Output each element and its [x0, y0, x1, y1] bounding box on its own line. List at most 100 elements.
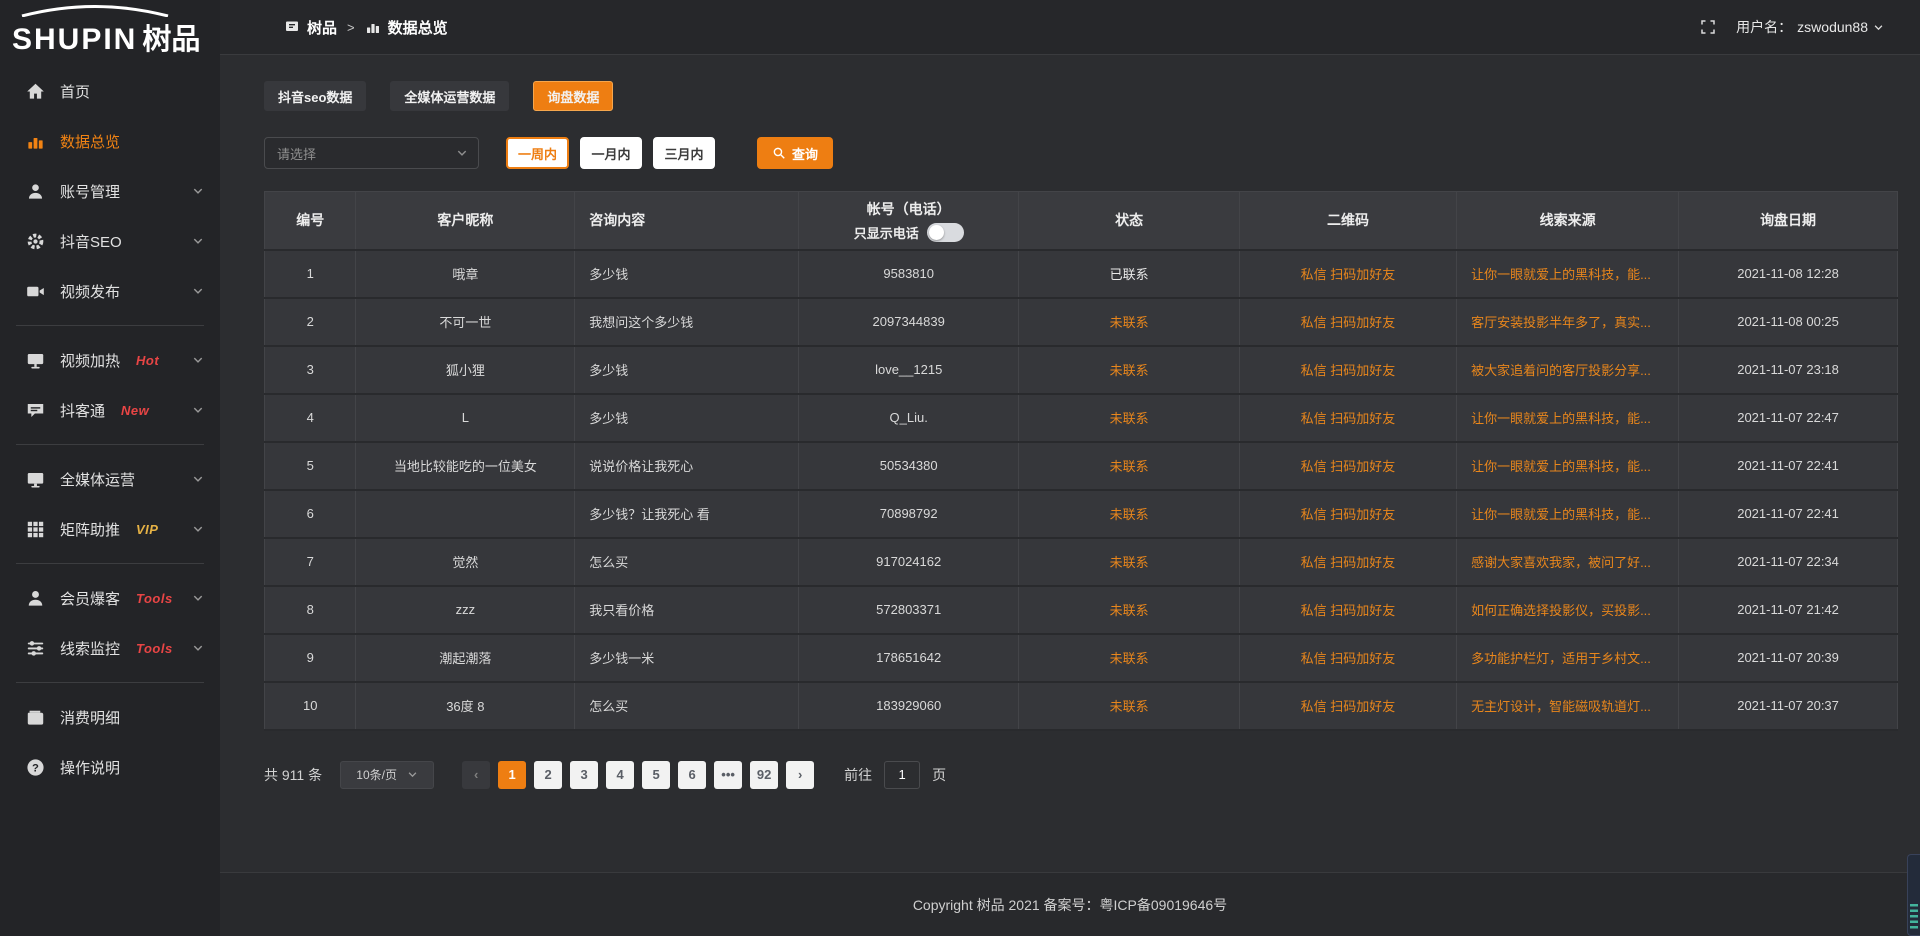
source-link[interactable]: 多功能护栏灯，适用于乡村文...	[1471, 651, 1651, 666]
filter-select[interactable]: 请选择	[264, 137, 479, 169]
sidebar-item-label: 消费明细	[60, 707, 120, 728]
page-ellipsis[interactable]: •••	[714, 761, 742, 789]
status-badge: 未联系	[1110, 699, 1149, 714]
sidebar-item-home[interactable]: 首页	[0, 66, 220, 116]
table-header-row: 编号客户昵称咨询内容帐号（电话）只显示电话状态二维码线索来源询盘日期	[265, 192, 1898, 250]
source-link[interactable]: 感谢大家喜欢我家，被问了好...	[1471, 555, 1651, 570]
qrcode-link[interactable]: 扫码加好友	[1330, 699, 1395, 714]
user-menu[interactable]: 用户名：zswodun88	[1736, 17, 1884, 37]
cell-account: Q_Liu.	[798, 394, 1018, 442]
phone-only-toggle[interactable]	[927, 223, 964, 242]
cell-no: 5	[265, 442, 356, 490]
cell-qrcode: 私信 扫码加好友	[1239, 682, 1456, 730]
wallet-icon	[26, 708, 45, 727]
chart-icon	[365, 19, 381, 35]
goto-label: 前往	[844, 765, 872, 785]
search-button-label: 查询	[792, 144, 818, 163]
sidebar-item-data-overview[interactable]: 数据总览	[0, 116, 220, 166]
username-label: 用户名：	[1736, 17, 1792, 37]
source-link[interactable]: 让你一眼就爱上的黑科技，能...	[1471, 459, 1651, 474]
sidebar-item-operation-guide[interactable]: ? 操作说明	[0, 742, 220, 792]
page-button-3[interactable]: 3	[570, 761, 598, 789]
qrcode-link[interactable]: 扫码加好友	[1330, 651, 1395, 666]
next-page-button[interactable]: ›	[786, 761, 814, 789]
range-button-3[interactable]: 三月内	[653, 137, 715, 169]
cell-nickname: 潮起潮落	[356, 634, 575, 682]
qrcode-link[interactable]: 私信	[1301, 555, 1327, 570]
sidebar-item-member-baoke[interactable]: 会员爆客Tools	[0, 573, 220, 623]
chevron-down-icon	[192, 523, 204, 535]
source-link[interactable]: 如何正确选择投影仪，买投影...	[1471, 603, 1651, 618]
qrcode-link[interactable]: 私信	[1301, 603, 1327, 618]
sidebar-item-video-publish[interactable]: 视频发布	[0, 266, 220, 316]
range-button-1[interactable]: 一周内	[506, 137, 569, 169]
qrcode-link[interactable]: 私信	[1301, 459, 1327, 474]
qrcode-link[interactable]: 私信	[1301, 651, 1327, 666]
logo-arc	[16, 5, 174, 17]
svg-text:?: ?	[32, 762, 39, 774]
page-button-5[interactable]: 5	[642, 761, 670, 789]
sidebar-item-consumption-detail[interactable]: 消费明细	[0, 692, 220, 742]
breadcrumb-root[interactable]: 树品	[284, 17, 337, 38]
column-header: 编号	[265, 192, 356, 250]
source-link[interactable]: 无主灯设计，智能磁吸轨道灯...	[1471, 699, 1651, 714]
page-button-92[interactable]: 92	[750, 761, 778, 789]
chevron-down-icon	[192, 285, 204, 297]
qrcode-link[interactable]: 私信	[1301, 411, 1327, 426]
sidebar-divider	[16, 444, 204, 445]
source-link[interactable]: 让你一眼就爱上的黑科技，能...	[1471, 411, 1651, 426]
range-button-2[interactable]: 一月内	[580, 137, 642, 169]
fullscreen-icon[interactable]	[1700, 19, 1716, 35]
source-link[interactable]: 被大家追着问的客厅投影分享...	[1471, 363, 1651, 378]
search-button[interactable]: 查询	[757, 137, 833, 169]
page-size-select[interactable]: 10条/页	[340, 761, 434, 789]
qrcode-link[interactable]: 扫码加好友	[1330, 507, 1395, 522]
sidebar-item-matrix-boost[interactable]: 矩阵助推VIP	[0, 504, 220, 554]
sidebar-item-account-management[interactable]: 账号管理	[0, 166, 220, 216]
sidebar-item-media-operation[interactable]: 全媒体运营	[0, 454, 220, 504]
breadcrumb-root-label: 树品	[307, 17, 337, 38]
qrcode-link[interactable]: 扫码加好友	[1330, 363, 1395, 378]
tab-douyin-seo-data[interactable]: 抖音seo数据	[264, 81, 366, 111]
prev-page-button[interactable]: ‹	[462, 761, 490, 789]
source-link[interactable]: 客厅安装投影半年多了，真实...	[1471, 315, 1651, 330]
cell-date: 2021-11-07 22:34	[1679, 538, 1898, 586]
sidebar-item-douyin-seo[interactable]: 抖音SEO	[0, 216, 220, 266]
qrcode-link[interactable]: 私信	[1301, 507, 1327, 522]
cell-status: 未联系	[1019, 394, 1239, 442]
qrcode-link[interactable]: 私信	[1301, 363, 1327, 378]
goto-page-input[interactable]	[884, 761, 920, 789]
qrcode-link[interactable]: 扫码加好友	[1330, 411, 1395, 426]
topbar: 树品 > 数据总览 用户名：zswodun88	[220, 0, 1920, 55]
cell-source: 让你一眼就爱上的黑科技，能...	[1457, 490, 1679, 538]
sidebar-item-douketong[interactable]: 抖客通New	[0, 385, 220, 435]
sidebar-item-label: 视频发布	[60, 281, 120, 302]
cell-qrcode: 私信 扫码加好友	[1239, 298, 1456, 346]
tab-inquiry-data[interactable]: 询盘数据	[533, 81, 613, 111]
sidebar-item-label: 抖音SEO	[60, 231, 122, 252]
cell-account: 9583810	[798, 250, 1018, 298]
source-link[interactable]: 让你一眼就爱上的黑科技，能...	[1471, 267, 1651, 282]
qrcode-link[interactable]: 扫码加好友	[1330, 555, 1395, 570]
page-button-2[interactable]: 2	[534, 761, 562, 789]
topbar-right: 用户名：zswodun88	[1700, 17, 1884, 37]
sidebar-item-clue-monitor[interactable]: 线索监控Tools	[0, 623, 220, 673]
cell-content: 怎么买	[575, 538, 799, 586]
qrcode-link[interactable]: 扫码加好友	[1330, 267, 1395, 282]
qrcode-link[interactable]: 私信	[1301, 699, 1327, 714]
qrcode-link[interactable]: 私信	[1301, 315, 1327, 330]
sidebar-item-video-heat[interactable]: 视频加热Hot	[0, 335, 220, 385]
sidebar-item-label: 操作说明	[60, 757, 120, 778]
video-icon	[26, 282, 45, 301]
qrcode-link[interactable]: 扫码加好友	[1330, 315, 1395, 330]
qrcode-link[interactable]: 扫码加好友	[1330, 603, 1395, 618]
cell-source: 无主灯设计，智能磁吸轨道灯...	[1457, 682, 1679, 730]
page-button-1[interactable]: 1	[498, 761, 526, 789]
source-link[interactable]: 让你一眼就爱上的黑科技，能...	[1471, 507, 1651, 522]
tab-media-ops-data[interactable]: 全媒体运营数据	[390, 81, 509, 111]
page-button-6[interactable]: 6	[678, 761, 706, 789]
qrcode-link[interactable]: 私信	[1301, 267, 1327, 282]
app-logo[interactable]: SHUPIN 树品	[0, 0, 220, 62]
page-button-4[interactable]: 4	[606, 761, 634, 789]
qrcode-link[interactable]: 扫码加好友	[1330, 459, 1395, 474]
